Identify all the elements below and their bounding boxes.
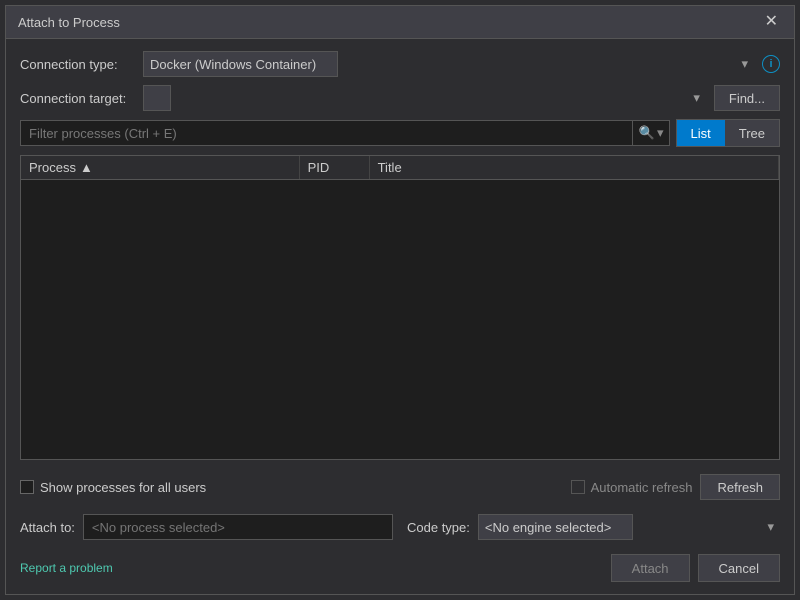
connection-target-label: Connection target: — [20, 91, 135, 106]
code-type-field-group: Code type: <No engine selected> — [407, 514, 780, 540]
connection-target-row: Connection target: Find... — [20, 85, 780, 111]
dialog-body: Connection type: Docker (Windows Contain… — [6, 39, 794, 594]
attach-to-input[interactable] — [83, 514, 393, 540]
attach-to-row: Attach to: Code type: <No engine selecte… — [20, 514, 780, 540]
code-type-select-wrapper: <No engine selected> — [478, 514, 780, 540]
code-type-label: Code type: — [407, 520, 470, 535]
footer-row: Report a problem Attach Cancel — [20, 548, 780, 582]
close-button[interactable]: ✕ — [761, 14, 782, 30]
process-table: Process ▲ PID Title — [20, 155, 780, 460]
title-bar: Attach to Process ✕ — [6, 6, 794, 39]
search-dropdown-icon: ▾ — [657, 125, 664, 141]
find-button[interactable]: Find... — [714, 85, 780, 111]
connection-type-label: Connection type: — [20, 57, 135, 72]
dialog-title: Attach to Process — [18, 15, 120, 30]
info-icon[interactable]: i — [762, 55, 780, 73]
show-all-users-checkbox[interactable] — [20, 480, 34, 494]
filter-input-wrapper: 🔍 ▾ — [20, 120, 670, 146]
search-button[interactable]: 🔍 ▾ — [632, 120, 670, 146]
col-header-pid[interactable]: PID — [300, 156, 370, 179]
report-problem-link[interactable]: Report a problem — [20, 561, 113, 575]
footer-buttons: Attach Cancel — [611, 554, 780, 582]
connection-type-row: Connection type: Docker (Windows Contain… — [20, 51, 780, 77]
attach-to-label: Attach to: — [20, 520, 75, 535]
attach-to-process-dialog: Attach to Process ✕ Connection type: Doc… — [5, 5, 795, 595]
table-header: Process ▲ PID Title — [21, 156, 779, 180]
attach-action-button[interactable]: Attach — [611, 554, 690, 582]
bottom-controls: Show processes for all users Automatic r… — [20, 468, 780, 506]
search-icon: 🔍 — [639, 125, 655, 141]
auto-refresh-checkbox[interactable] — [571, 480, 585, 494]
connection-type-select-wrapper: Docker (Windows Container) — [143, 51, 754, 77]
right-controls: Automatic refresh Refresh — [571, 474, 780, 500]
col-header-process[interactable]: Process ▲ — [21, 156, 300, 179]
cancel-button[interactable]: Cancel — [698, 554, 780, 582]
filter-input[interactable] — [20, 120, 670, 146]
connection-target-select-wrapper — [143, 85, 706, 111]
show-all-users-checkbox-label[interactable]: Show processes for all users — [20, 480, 206, 495]
tree-view-button[interactable]: Tree — [725, 120, 779, 146]
list-view-button[interactable]: List — [677, 120, 725, 146]
connection-target-select[interactable] — [143, 85, 171, 111]
refresh-button[interactable]: Refresh — [700, 474, 780, 500]
col-header-title[interactable]: Title — [370, 156, 779, 179]
filter-row: 🔍 ▾ List Tree — [20, 119, 780, 147]
auto-refresh-checkbox-label[interactable]: Automatic refresh — [571, 480, 693, 495]
table-body — [21, 180, 779, 459]
attach-to-field-group: Attach to: — [20, 514, 393, 540]
connection-type-select[interactable]: Docker (Windows Container) — [143, 51, 338, 77]
view-buttons: List Tree — [676, 119, 780, 147]
code-type-select[interactable]: <No engine selected> — [478, 514, 633, 540]
